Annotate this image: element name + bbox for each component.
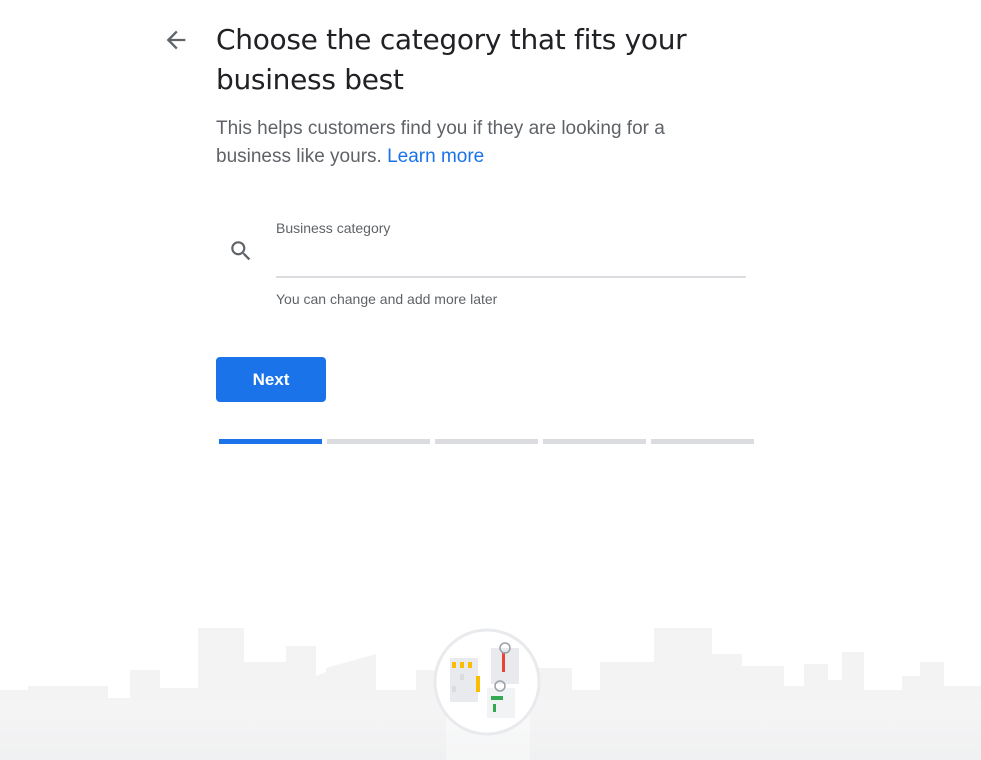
arrow-back-icon xyxy=(166,30,186,50)
learn-more-link[interactable]: Learn more xyxy=(387,146,484,167)
next-button[interactable]: Next xyxy=(216,357,326,402)
progress-step xyxy=(327,439,430,444)
business-storefront-illustration xyxy=(433,628,541,736)
page-title: Choose the category that fits your busin… xyxy=(216,23,687,96)
progress-step xyxy=(219,439,322,444)
city-skyline-illustration xyxy=(0,628,981,760)
helper-text: You can change and add more later xyxy=(276,291,498,307)
progress-indicator xyxy=(219,439,755,444)
progress-step xyxy=(435,439,538,444)
business-category-label: Business category xyxy=(276,220,391,236)
progress-step xyxy=(651,439,754,444)
search-icon xyxy=(228,238,254,264)
progress-step xyxy=(543,439,646,444)
business-category-input[interactable] xyxy=(276,244,746,278)
business-category-page: Choose the category that fits your busin… xyxy=(0,0,981,760)
page-description: This helps customers find you if they ar… xyxy=(216,115,716,171)
back-button[interactable] xyxy=(162,26,190,54)
